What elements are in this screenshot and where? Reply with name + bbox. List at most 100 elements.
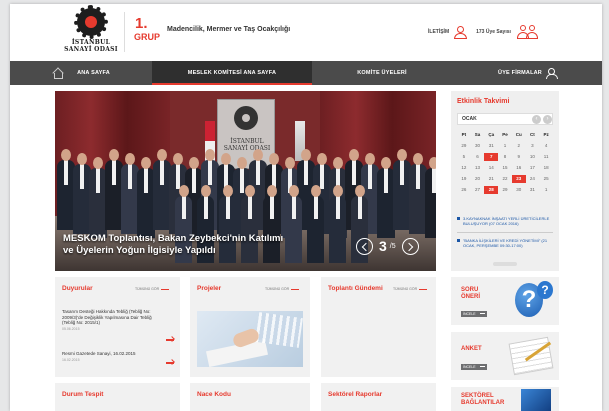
calendar-day[interactable]: 27 bbox=[471, 186, 485, 194]
calendar-day[interactable]: 31 bbox=[526, 186, 540, 194]
announcement-text: Tasarım Desteği Hakkında Tebliğ (Tebliğ … bbox=[62, 309, 152, 325]
question-title: SORU ÖNERİ bbox=[461, 287, 480, 301]
calendar-day[interactable]: 20 bbox=[471, 175, 485, 183]
calendar-day[interactable]: 12 bbox=[457, 164, 471, 172]
nav-home-label: ANA SAYFA bbox=[77, 70, 110, 76]
calendar-day[interactable]: 29 bbox=[498, 186, 512, 194]
calendar-day[interactable]: 24 bbox=[526, 175, 540, 183]
calendar-day[interactable]: 30 bbox=[471, 142, 485, 150]
contact-link[interactable]: İLETİŞİM bbox=[428, 29, 449, 35]
calendar-day[interactable]: 23 bbox=[511, 175, 526, 183]
projects-see-all[interactable]: TÜMÜNÜ GÖR bbox=[265, 287, 299, 291]
calendar-day[interactable]: 18 bbox=[539, 164, 553, 172]
calendar-day[interactable]: 22 bbox=[498, 175, 512, 183]
calendar-day[interactable]: 29 bbox=[457, 142, 471, 150]
attendee-head bbox=[200, 185, 211, 197]
attendee-head bbox=[429, 157, 436, 169]
calendar-scrollbar[interactable] bbox=[493, 262, 517, 266]
header-actions: İLETİŞİM 173 Üye Sayısı bbox=[428, 24, 539, 40]
home-icon bbox=[52, 68, 64, 79]
projects-image[interactable] bbox=[197, 311, 303, 367]
calendar-day[interactable]: 11 bbox=[539, 153, 553, 161]
contact-user-icon[interactable] bbox=[454, 25, 468, 39]
sector-reports-box: Sektörel Raporlar bbox=[321, 383, 436, 411]
calendar-day[interactable]: 7 bbox=[484, 153, 499, 161]
calendar-event[interactable]: 3.KAYNAKNAK İNŞAATI YERLİ ÜRETİCİLERLE B… bbox=[457, 216, 553, 226]
sector-links-panel[interactable]: SEKTÖREL BAĞLANTILAR bbox=[451, 387, 559, 411]
calendar-day[interactable]: 13 bbox=[471, 164, 485, 172]
calendar-weekday: Ct bbox=[530, 132, 535, 137]
announcement-date: 05.06.2015 bbox=[62, 326, 80, 331]
calendar-day[interactable]: 16 bbox=[512, 164, 526, 172]
calendar-day[interactable]: 8 bbox=[498, 153, 512, 161]
survey-inspect-button[interactable]: İNCELE bbox=[461, 364, 487, 370]
announcement-date: 16.02.2015 bbox=[62, 357, 80, 362]
hero-slider[interactable]: İSTANBUL SANAYİ ODASI MESKOM Toplantısı,… bbox=[55, 91, 436, 271]
meeting-agenda-box: Toplantı Gündemi TÜMÜNÜ GÖR bbox=[321, 277, 436, 377]
question-inspect-button[interactable]: İNCELE bbox=[461, 311, 487, 317]
event-divider bbox=[457, 232, 553, 233]
calendar-prev-button[interactable]: ‹ bbox=[532, 115, 541, 124]
attendee-head bbox=[222, 185, 233, 197]
question-suggestion-panel[interactable]: SORU ÖNERİ İNCELE ? ? bbox=[451, 277, 559, 325]
calendar-day[interactable]: 4 bbox=[539, 142, 553, 150]
calendar-day[interactable]: 5 bbox=[457, 153, 471, 161]
nav-member-firms[interactable]: ÜYE FİRMALAR bbox=[452, 61, 602, 85]
calendar-day[interactable]: 30 bbox=[512, 186, 526, 194]
calendar-day[interactable]: 1 bbox=[498, 142, 512, 150]
calendar-day[interactable]: 21 bbox=[484, 175, 498, 183]
attendee-head bbox=[189, 157, 199, 169]
group-label: GRUP bbox=[134, 32, 161, 42]
announcement-item[interactable]: Tasarım Desteği Hakkında Tebliğ (Tebliğ … bbox=[62, 309, 162, 332]
next-slide-button[interactable] bbox=[401, 237, 419, 255]
attendee-head bbox=[253, 149, 263, 161]
calendar-day[interactable]: 10 bbox=[526, 153, 540, 161]
attendee-head bbox=[285, 157, 295, 169]
arrow-right-icon[interactable] bbox=[166, 339, 174, 341]
meeting-agenda-see-all[interactable]: TÜMÜNÜ GÖR bbox=[393, 287, 427, 291]
calendar-grid: Pt Sa Ça Pe Cu Ct Pz 29 30 31 1 2 3 4 5 6 7 8 9 10 11 12 13 14 1… bbox=[457, 131, 553, 194]
calendar-month: OCAK bbox=[462, 116, 477, 122]
nav-committee-members[interactable]: KOMİTE ÜYELERİ bbox=[312, 61, 452, 85]
attendee bbox=[329, 196, 347, 263]
prev-slide-button[interactable] bbox=[356, 237, 373, 255]
arrow-right-icon[interactable] bbox=[166, 362, 174, 364]
announcements-title: Duyurular bbox=[62, 285, 93, 292]
site-logo[interactable]: İSTANBUL SANAYİ ODASI bbox=[56, 5, 126, 53]
attendee-head bbox=[354, 185, 365, 197]
attendee-head bbox=[288, 185, 299, 197]
calendar-day[interactable]: 28 bbox=[484, 186, 499, 194]
calendar-next-button[interactable]: › bbox=[543, 115, 552, 124]
member-count[interactable]: 173 Üye Sayısı bbox=[476, 29, 511, 35]
attendee bbox=[307, 196, 325, 263]
calendar-day[interactable]: 1 bbox=[539, 186, 553, 194]
calendar-day[interactable]: 25 bbox=[539, 175, 553, 183]
attendee-head bbox=[332, 185, 343, 197]
survey-panel[interactable]: ANKET İNCELE bbox=[451, 332, 559, 380]
calendar-event[interactable]: "BANKA İLİŞKİLERİ VE KREDİ YÖNETİMİ" (21… bbox=[457, 238, 553, 248]
calendar-day[interactable]: 26 bbox=[457, 186, 471, 194]
slide-caption[interactable]: MESKOM Toplantısı, Bakan Zeybekci'nin Ka… bbox=[63, 233, 283, 257]
calendar-day[interactable]: 15 bbox=[498, 164, 512, 172]
announcement-item[interactable]: Resmi Gazetede Sanayi, 16.02.2015 16.02.… bbox=[62, 351, 162, 363]
attendee-head bbox=[109, 149, 119, 161]
announcements-see-all[interactable]: TÜMÜNÜ GÖR bbox=[135, 287, 169, 291]
attendee-head bbox=[397, 149, 407, 161]
calendar-day[interactable]: 31 bbox=[484, 142, 498, 150]
nav-home[interactable]: ANA SAYFA bbox=[10, 61, 152, 85]
calendar-day[interactable]: 6 bbox=[471, 153, 485, 161]
nav-committee-home[interactable]: MESLEK KOMİTESİ ANA SAYFA bbox=[152, 61, 312, 85]
chart-image bbox=[255, 312, 303, 348]
calendar-day[interactable]: 14 bbox=[484, 164, 498, 172]
attendee-head bbox=[141, 157, 151, 169]
members-icon[interactable] bbox=[516, 25, 539, 39]
question-title-line-2: ÖNERİ bbox=[461, 294, 481, 300]
event-calendar: Etkinlik Takvimi OCAK ‹ › Pt Sa Ça Pe Cu Ct Pz… bbox=[451, 91, 559, 271]
calendar-day[interactable]: 2 bbox=[512, 142, 526, 150]
calendar-day[interactable]: 3 bbox=[526, 142, 540, 150]
calendar-day[interactable]: 9 bbox=[512, 153, 526, 161]
attendee-head bbox=[317, 153, 327, 165]
calendar-day[interactable]: 17 bbox=[526, 164, 540, 172]
calendar-day[interactable]: 19 bbox=[457, 175, 471, 183]
attendee-head bbox=[244, 185, 255, 197]
